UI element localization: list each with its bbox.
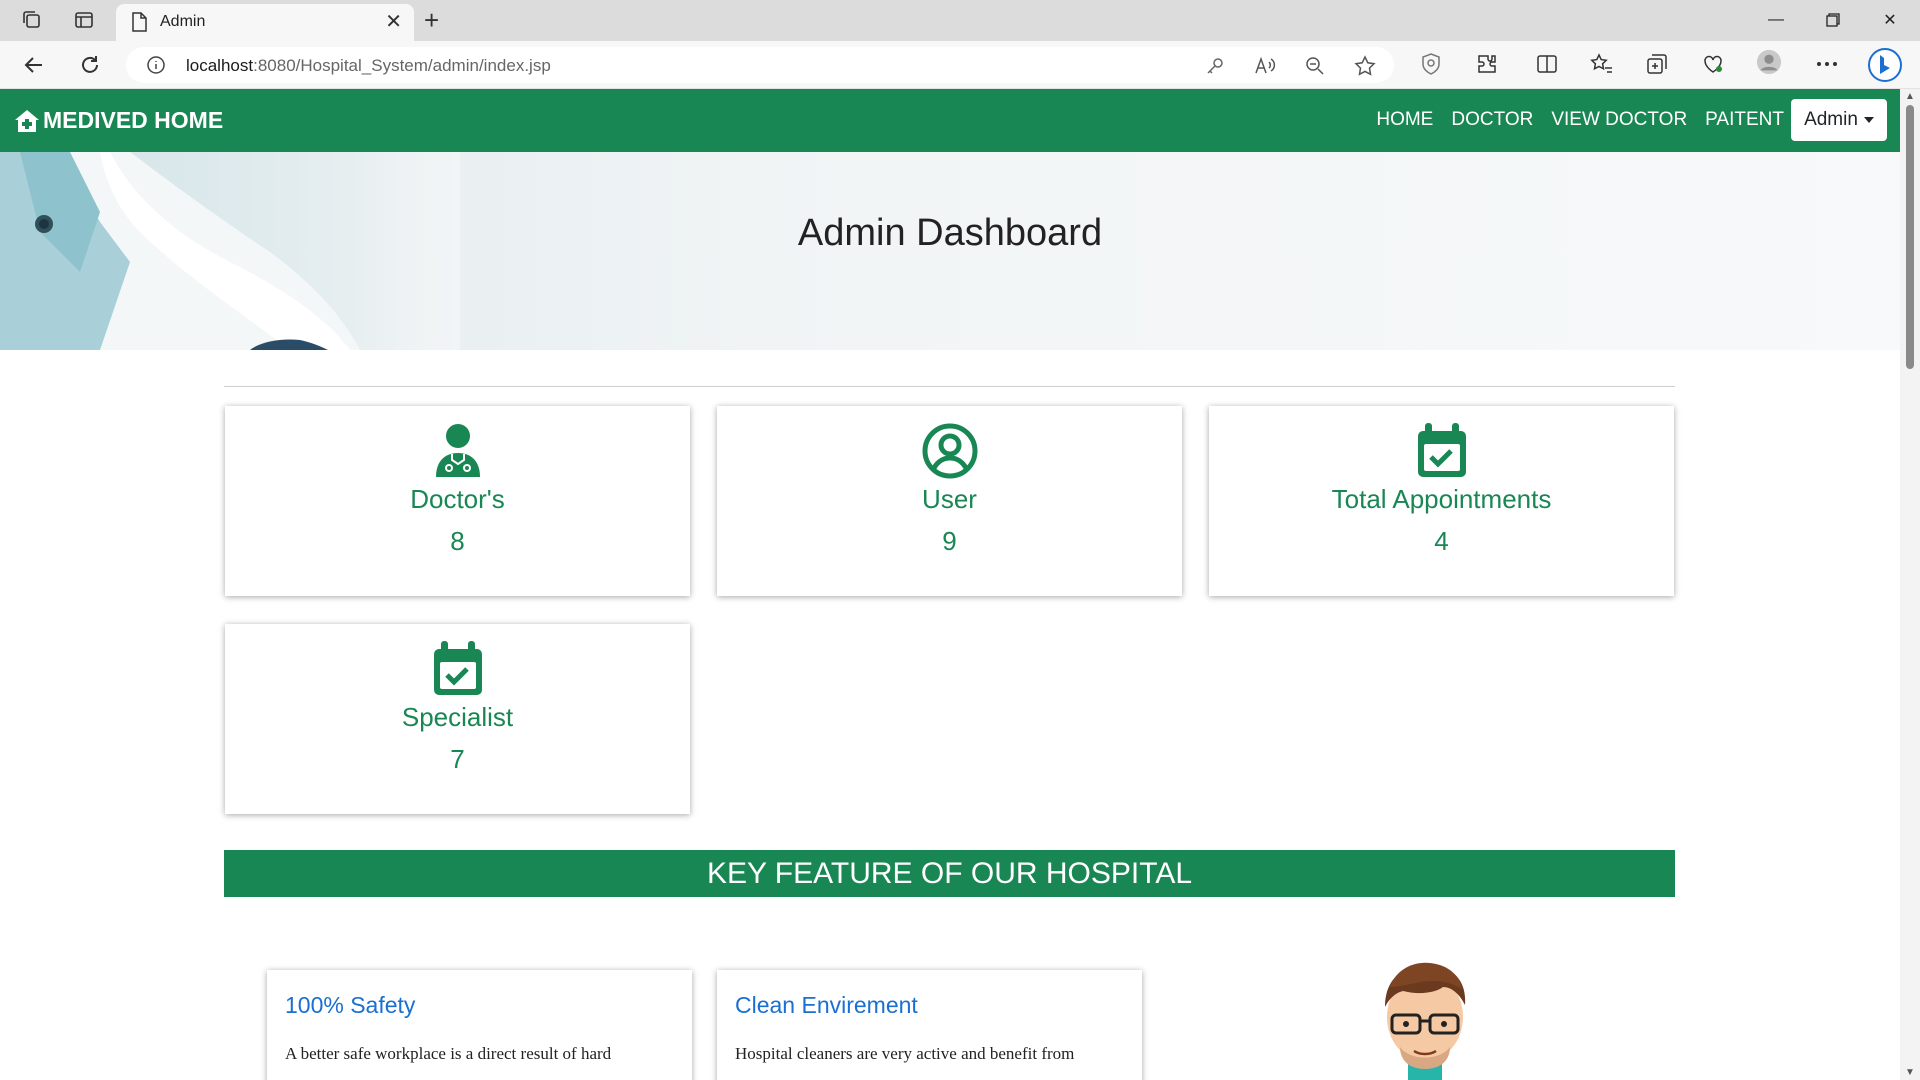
web-page: MEDIVED HOME HOME DOCTOR VIEW DOCTOR PAI… [0,89,1900,1080]
collections-icon[interactable] [1644,51,1670,77]
reload-icon[interactable] [76,51,104,79]
workspaces-icon[interactable] [20,8,44,32]
stat-card-specialist[interactable]: Specialist 7 [225,624,690,814]
feature-title: 100% Safety [285,992,416,1018]
scroll-up-icon[interactable]: ▲ [1905,91,1915,102]
tab-actions-icon[interactable] [72,8,96,32]
doctor-cartoon-image [1385,962,1466,1080]
top-navbar: MEDIVED HOME HOME DOCTOR VIEW DOCTOR PAI… [0,89,1900,152]
stat-value: 4 [1434,526,1449,556]
stat-card-appointments[interactable]: Total Appointments 4 [1209,406,1674,596]
address-bar[interactable]: localhost:8080/Hospital_System/admin/ind… [126,47,1394,83]
nav-patient[interactable]: PAITENT [1705,109,1784,131]
stat-card-doctors[interactable]: Doctor's 8 [225,406,690,596]
admin-dropdown-button[interactable]: Admin [1791,99,1887,141]
zoom-out-icon[interactable] [1304,55,1326,77]
favorites-icon[interactable] [1589,51,1615,77]
split-screen-icon[interactable] [1534,51,1560,77]
calendar-check-icon [1209,423,1674,479]
brand-logo[interactable]: MEDIVED HOME [14,107,223,134]
nav-doctor[interactable]: DOCTOR [1451,109,1533,131]
url-text: localhost:8080/Hospital_System/admin/ind… [186,56,551,75]
profile-avatar-icon[interactable] [1756,49,1782,75]
back-icon[interactable] [20,51,48,79]
feature-card-safety: 100% Safety A better safe workplace is a… [267,970,692,1080]
browser-toolbar: localhost:8080/Hospital_System/admin/ind… [0,41,1920,89]
site-info-icon[interactable] [146,55,166,75]
browser-tab-active[interactable]: Admin ✕ [116,4,414,41]
favorite-star-icon[interactable] [1354,55,1376,77]
scroll-down-icon[interactable]: ▼ [1905,1067,1915,1078]
feature-title: Clean Envirement [735,992,918,1018]
feature-body: Hospital cleaners are very active and be… [735,1044,1075,1063]
extensions-icon[interactable] [1474,51,1500,77]
stat-label: Doctor's [410,484,505,514]
nav-view-doctor[interactable]: VIEW DOCTOR [1551,109,1687,131]
stat-value: 9 [942,526,957,556]
shield-icon[interactable] [1418,51,1444,77]
minimize-icon[interactable]: — [1756,6,1796,34]
key-icon[interactable] [1204,55,1226,77]
caret-down-icon [1863,117,1874,123]
performance-icon[interactable] [1700,51,1726,77]
brand-name: MEDIVED HOME [43,107,224,133]
tab-title: Admin [160,13,206,30]
hero-banner: Admin Dashboard [0,152,1900,350]
stat-card-users[interactable]: User 9 [717,406,1182,596]
stat-label: User [922,484,977,514]
features-heading: KEY FEATURE OF OUR HOSPITAL [224,850,1675,897]
section-divider [224,386,1675,387]
stat-label: Specialist [401,702,514,732]
nav-home[interactable]: HOME [1376,109,1433,131]
scrollbar-thumb[interactable] [1906,105,1914,369]
new-tab-icon[interactable]: + [424,7,439,33]
read-aloud-icon[interactable] [1254,55,1276,77]
nav-links: HOME DOCTOR VIEW DOCTOR PAITENT [1376,109,1784,131]
restore-icon[interactable] [1813,6,1853,34]
copilot-icon[interactable] [1866,47,1904,83]
page-icon [130,12,150,32]
stat-value: 8 [450,526,465,556]
stat-value: 7 [450,744,465,774]
page-title: Admin Dashboard [797,212,1103,254]
calendar-check-icon [225,641,690,697]
admin-label: Admin [1804,109,1858,130]
tab-close-icon[interactable]: ✕ [385,11,402,33]
page-scrollbar[interactable]: ▲ ▼ [1900,89,1920,1080]
stat-label: Total Appointments [1331,484,1552,514]
more-options-icon[interactable] [1814,51,1840,77]
user-circle-icon [717,423,1182,479]
browser-tab-bar: Admin ✕ + — ✕ [0,0,1920,41]
window-close-icon[interactable]: ✕ [1870,6,1910,34]
hospital-home-icon [15,109,39,132]
feature-body: A better safe workplace is a direct resu… [285,1044,612,1063]
doctor-icon [225,423,690,479]
feature-card-clean: Clean Envirement Hospital cleaners are v… [717,970,1142,1080]
